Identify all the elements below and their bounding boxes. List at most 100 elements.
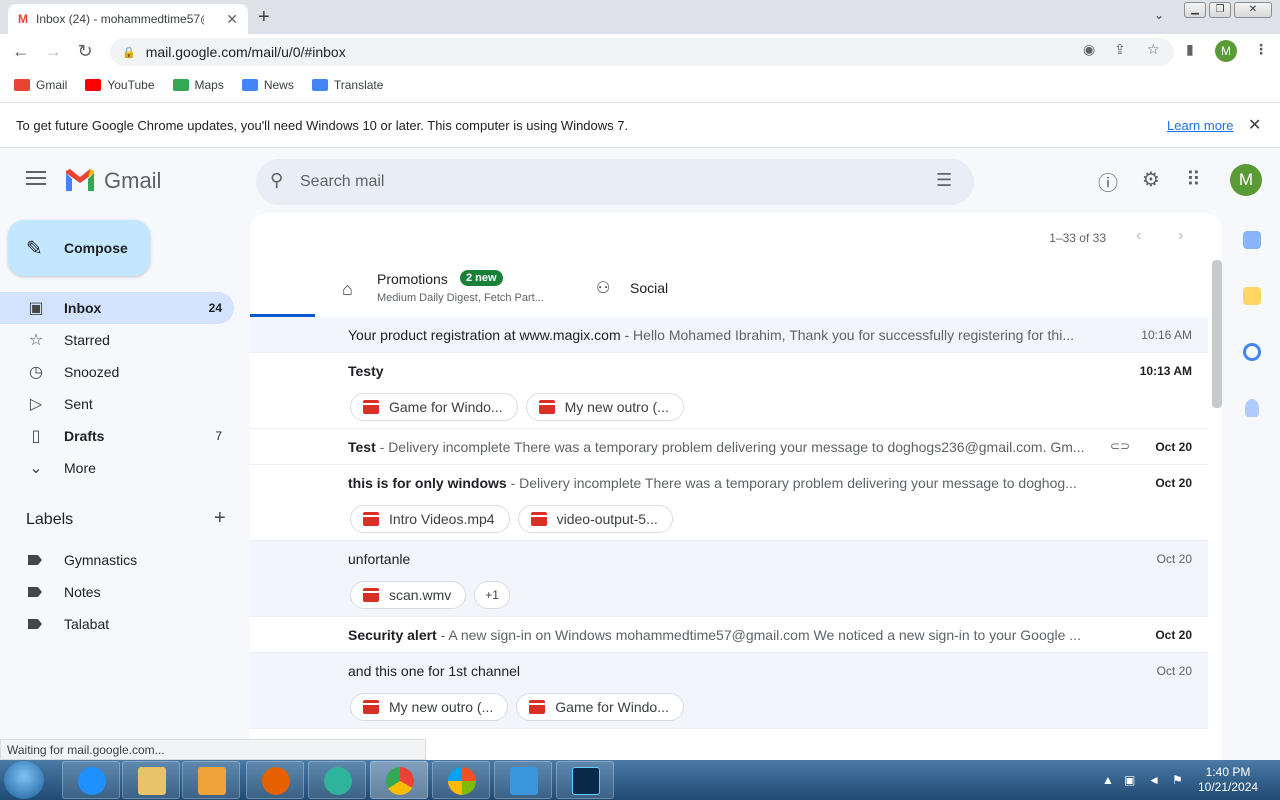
chrome-menu-icon[interactable]: ⋮ (1254, 41, 1268, 58)
label-item-notes[interactable]: Notes (0, 576, 234, 608)
sidebar-item-starred[interactable]: ☆ Starred (0, 324, 234, 356)
new-tab-button[interactable]: + (258, 6, 270, 29)
email-row[interactable]: unfortanle Oct 20 scan.wmv +1 (250, 541, 1208, 617)
attachment-chip[interactable]: scan.wmv (350, 581, 467, 609)
email-subject: Security alert (348, 627, 437, 643)
tasks-icon[interactable] (1243, 343, 1261, 361)
show-hidden-icons[interactable]: ▲ (1102, 773, 1114, 787)
add-label-icon[interactable]: + (214, 507, 226, 530)
taskbar-chrome[interactable] (370, 761, 428, 799)
side-panel-icon[interactable]: ▮ (1186, 41, 1194, 58)
attachment-chip[interactable]: Game for Windo... (350, 393, 518, 421)
main-menu-icon[interactable] (26, 171, 46, 189)
attachment-chip[interactable]: Intro Videos.mp4 (350, 505, 510, 533)
search-input[interactable]: Search mail (300, 173, 384, 191)
bookmark-maps[interactable]: Maps (172, 78, 224, 92)
tab-primary[interactable] (250, 261, 315, 315)
label-name: Notes (64, 584, 101, 600)
email-row[interactable]: Security alert - A new sign-in on Window… (250, 617, 1208, 653)
tab-promotions[interactable]: ⌂ Promotions 2 new Medium Daily Digest, … (330, 261, 570, 315)
email-row[interactable]: this is for only windows - Delivery inco… (250, 465, 1208, 541)
bookmark-youtube[interactable]: YouTube (85, 78, 155, 92)
chevron-right-icon[interactable]: › (1178, 227, 1183, 245)
volume-muted-icon[interactable]: ◄ (1148, 773, 1160, 787)
label-item-gymnastics[interactable]: Gymnastics (0, 544, 234, 576)
bookmark-gmail[interactable]: Gmail (14, 78, 67, 92)
reload-icon[interactable]: ↻ (74, 41, 96, 62)
attachment-chip[interactable]: My new outro (... (525, 393, 684, 421)
search-options-icon[interactable]: ☰ (936, 170, 952, 191)
minimize-button[interactable]: ▁ (1184, 2, 1206, 18)
profile-avatar[interactable]: M (1215, 40, 1237, 62)
vegas-icon (572, 767, 600, 795)
search-bar[interactable]: ⚲ Search mail ☰ (256, 159, 974, 205)
keep-icon[interactable] (1243, 287, 1261, 305)
taskbar-vegas[interactable] (556, 761, 614, 799)
email-row[interactable]: Test - Delivery incomplete There was a t… (250, 429, 1208, 465)
email-snippet: - Hello Mohamed Ibrahim, Thank you for s… (620, 327, 1074, 343)
eye-icon[interactable]: ◉ (1083, 41, 1095, 58)
email-time: Oct 20 (1155, 628, 1192, 642)
bookmark-news[interactable]: News (241, 78, 294, 92)
learn-more-link[interactable]: Learn more (1167, 118, 1233, 133)
attachment-chip[interactable]: video-output-5... (517, 505, 673, 533)
email-row[interactable]: Your product registration at www.magix.c… (250, 317, 1208, 353)
compose-button[interactable]: ✎ Compose (8, 220, 150, 276)
sidebar-item-more[interactable]: ⌄ More (0, 452, 234, 484)
tab-social[interactable]: ⚇ Social (590, 261, 790, 315)
sidebar-item-snoozed[interactable]: ◷ Snoozed (0, 356, 234, 388)
bookmark-translate[interactable]: Translate (311, 78, 383, 92)
email-row[interactable]: Testy 10:13 AM Game for Windo... My new out… (250, 353, 1208, 429)
tab-search-chevron-icon[interactable]: ⌄ (1154, 8, 1164, 22)
chevron-left-icon[interactable]: ‹ (1136, 227, 1141, 245)
app-icon (324, 767, 352, 795)
infobar-close-icon[interactable]: ✕ (1248, 115, 1261, 135)
system-clock[interactable]: 1:40 PM 10/21/2024 (1198, 765, 1258, 795)
email-summary: Test - Delivery incomplete There was a t… (348, 439, 1108, 455)
account-avatar[interactable]: M (1230, 164, 1262, 196)
forward-icon[interactable]: → (42, 41, 64, 62)
category-tabs: ⌂ Promotions 2 new Medium Daily Digest, … (250, 261, 1210, 317)
browser-tab[interactable]: M Inbox (24) - mohammedtime57@ ✕ (8, 4, 248, 34)
search-icon[interactable]: ⚲ (270, 170, 283, 191)
taskbar-explorer[interactable] (122, 761, 180, 799)
apps-grid-icon[interactable]: ⠿ (1186, 167, 1201, 192)
gmail-logo[interactable]: Gmail (64, 168, 161, 194)
taskbar-store[interactable] (494, 761, 552, 799)
start-button[interactable] (4, 761, 44, 799)
taskbar-windows-flag[interactable] (432, 761, 490, 799)
bookmark-star-icon[interactable]: ☆ (1147, 41, 1160, 58)
action-center-flag-icon[interactable]: ⚑ (1172, 773, 1183, 787)
attachment-name: My new outro (... (564, 399, 669, 415)
taskbar-firefox[interactable] (246, 761, 304, 799)
inbox-scrollbar[interactable] (1212, 260, 1222, 408)
network-icon[interactable]: ▣ (1124, 773, 1135, 787)
taskbar-media-player[interactable] (182, 761, 240, 799)
sidebar-item-sent[interactable]: ▷ Sent (0, 388, 234, 420)
attachment-chip[interactable]: Game for Windo... (516, 693, 684, 721)
attachment-chip[interactable]: My new outro (... (350, 693, 509, 721)
calendar-icon[interactable] (1243, 231, 1261, 249)
more-attachments-chip[interactable]: +1 (474, 581, 510, 609)
share-icon[interactable]: ⇪ (1114, 41, 1126, 58)
taskbar-app[interactable] (308, 761, 366, 799)
help-icon[interactable]: ⓘ (1098, 167, 1118, 196)
email-row[interactable]: and this one for 1st channel Oct 20 My new… (250, 653, 1208, 729)
back-icon[interactable]: ← (10, 41, 32, 62)
label-name: Gymnastics (64, 552, 138, 568)
video-file-icon (363, 700, 379, 714)
sidebar-item-drafts[interactable]: ▯ Drafts 7 (0, 420, 234, 452)
gear-icon[interactable]: ⚙ (1142, 167, 1160, 192)
label-tag-icon (28, 619, 42, 629)
address-bar[interactable]: 🔒 mail.google.com/mail/u/0/#inbox (110, 38, 1174, 66)
inbox-icon: ▣ (28, 300, 44, 317)
maximize-button[interactable]: ❐ (1209, 2, 1231, 18)
contacts-icon[interactable] (1245, 399, 1259, 417)
tab-close-icon[interactable]: ✕ (226, 11, 238, 28)
sidebar-item-inbox[interactable]: ▣ Inbox 24 (0, 292, 234, 324)
taskbar-ie[interactable] (62, 761, 120, 799)
label-item-talabat[interactable]: Talabat (0, 608, 234, 640)
email-time: Oct 20 (1156, 552, 1192, 566)
close-window-button[interactable]: ✕ (1234, 2, 1272, 18)
sidebar-item-label: Drafts (64, 428, 105, 444)
